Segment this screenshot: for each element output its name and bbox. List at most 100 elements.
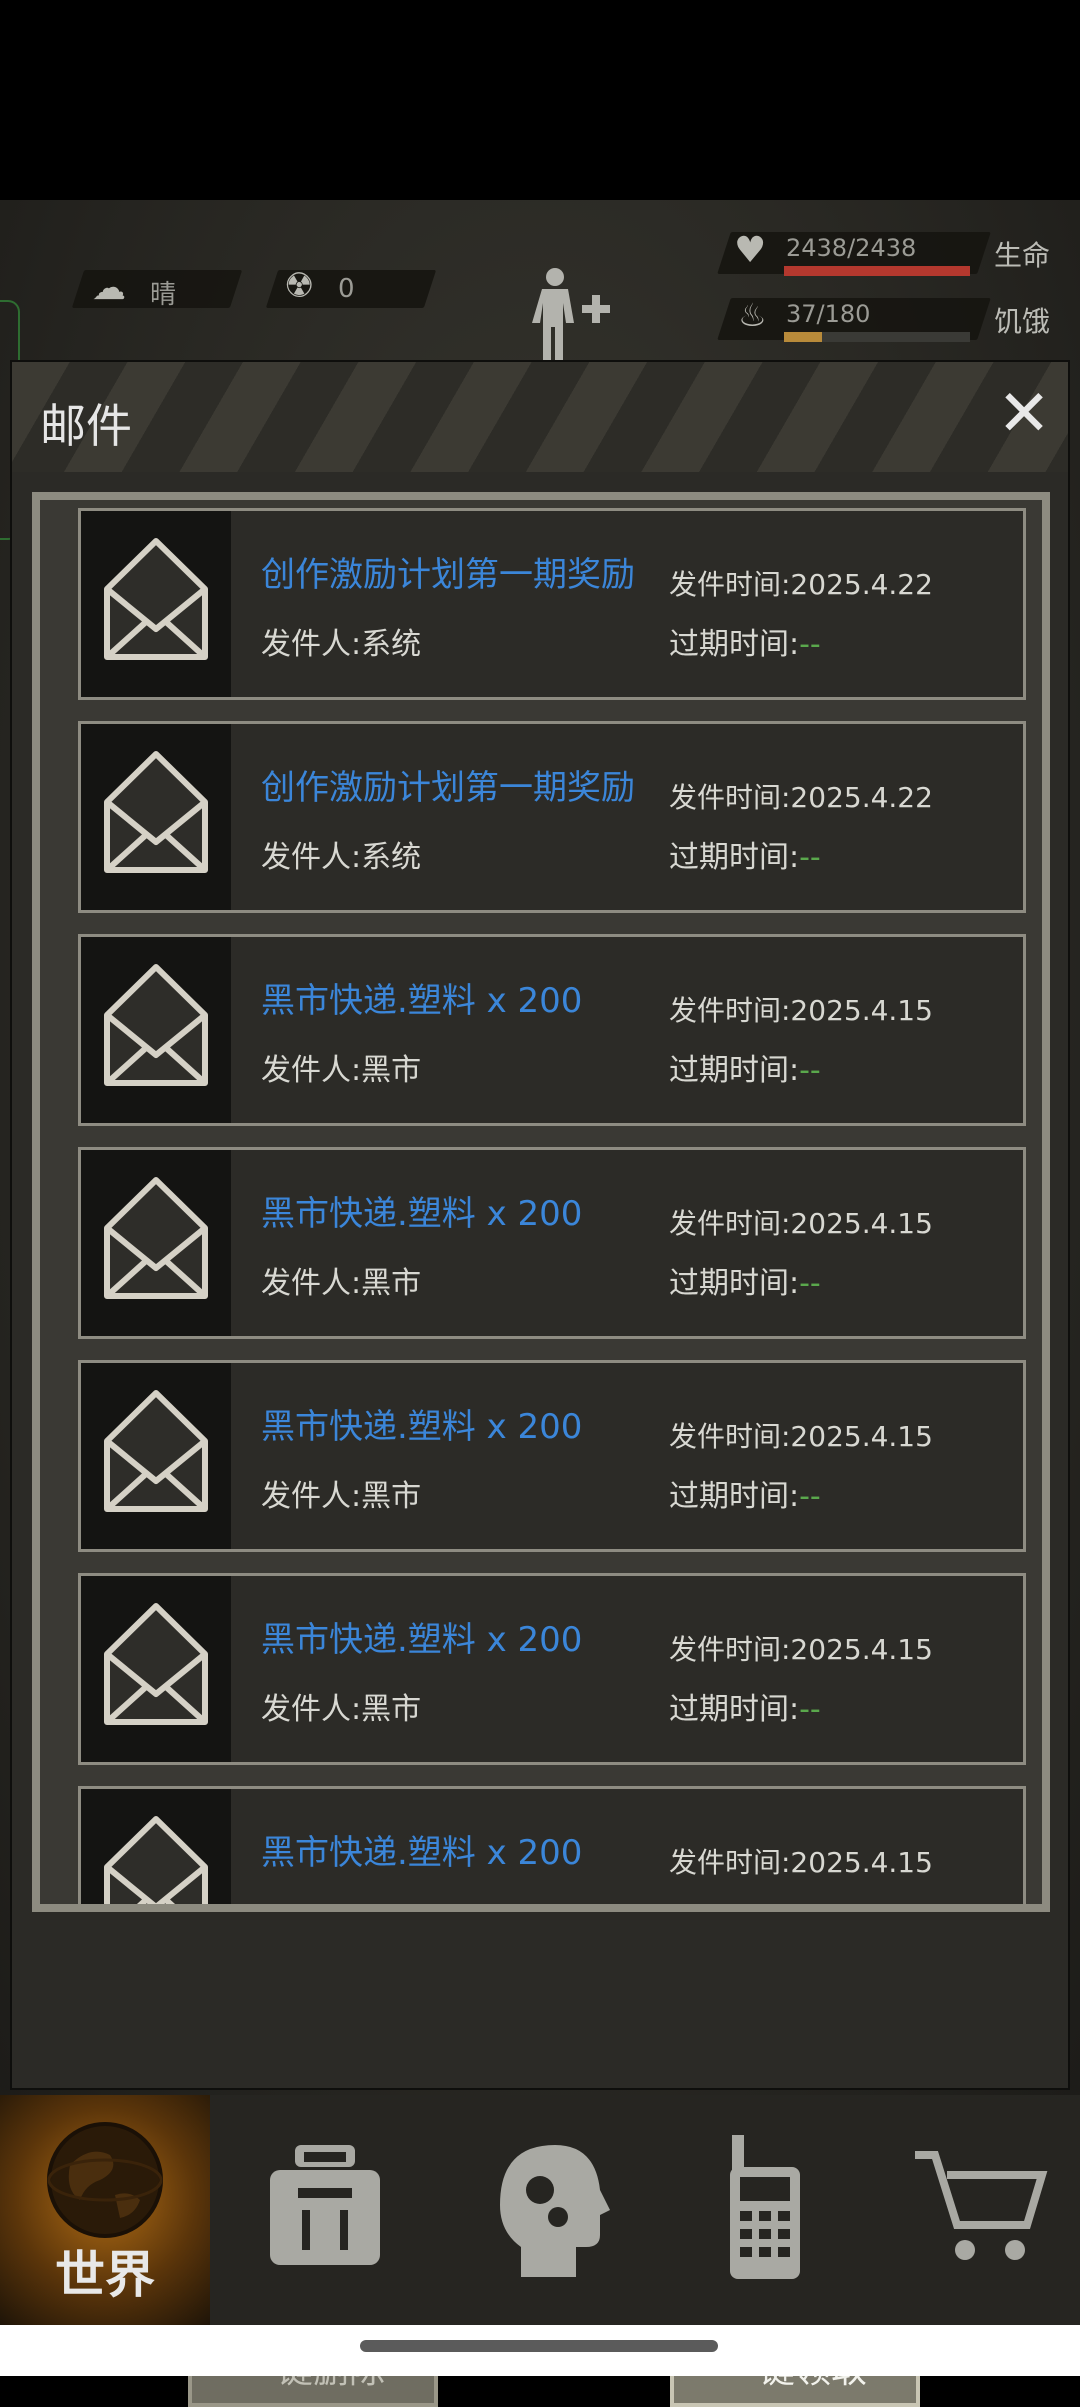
mail-expire-time: 过期时间:-- — [669, 1897, 821, 1904]
character-heal-icon[interactable] — [520, 265, 620, 365]
mail-item[interactable]: 创作激励计划第一期奖励 发件人:系统 发件时间:2025.4.22 过期时间:-… — [78, 508, 1026, 700]
health-label: 生命 — [994, 239, 1051, 272]
mail-panel-header: 邮件 ✕ — [12, 362, 1068, 472]
hunger-label: 饥饿 — [994, 305, 1051, 338]
mail-expire-label: 过期时间: — [669, 627, 800, 662]
mail-expire-label: 过期时间: — [669, 1053, 800, 1088]
radiation-icon: ☢ — [284, 266, 315, 306]
mail-sent-time: 发件时间:2025.4.15 — [669, 1846, 933, 1879]
mail-expire-time: 过期时间:-- — [669, 619, 821, 663]
envelope-open-icon — [104, 1390, 208, 1512]
mail-sender: 发件人:系统 — [261, 627, 422, 662]
hunger-bar-fill — [784, 332, 823, 342]
mail-expire-time: 过期时间:-- — [669, 1045, 821, 1089]
mail-sender: 发件人:黑市 — [261, 1897, 421, 1904]
mail-subject: 黑市快递.塑料 x 200 — [261, 1407, 583, 1447]
mail-subject: 黑市快递.塑料 x 200 — [261, 1833, 583, 1873]
mail-icon-box — [81, 511, 231, 697]
mail-item[interactable]: 黑市快递.塑料 x 200 发件人:黑市 发件时间:2025.4.15 过期时间… — [78, 1147, 1026, 1339]
mail-subject: 黑市快递.塑料 x 200 — [261, 1620, 583, 1660]
mail-item[interactable]: 黑市快递.塑料 x 200 发件人:黑市 发件时间:2025.4.15 过期时间… — [78, 1360, 1026, 1552]
mail-item-body: 创作激励计划第一期奖励 发件人:系统 发件时间:2025.4.22 过期时间:-… — [81, 511, 1023, 697]
mail-icon-box — [81, 724, 231, 910]
mail-sent-time: 发件时间:2025.4.22 — [669, 781, 933, 814]
nav-world-label: 世界 — [55, 2246, 155, 2304]
mail-sender: 发件人:系统 — [261, 840, 422, 875]
weather-cloud-sun-icon: ☁ — [92, 268, 126, 308]
mail-panel: 邮件 ✕ 创作激励计划第一期奖励 发件人:系统 发件时间:2025.4.22 过… — [10, 360, 1070, 2407]
mail-expire-time: 过期时间:-- — [669, 1684, 821, 1728]
mail-item[interactable]: 黑市快递.塑料 x 200 发件人:黑市 发件时间:2025.4.15 过期时间… — [78, 1573, 1026, 1765]
nav-skills[interactable] — [440, 2095, 650, 2325]
envelope-open-icon — [104, 751, 208, 873]
envelope-open-icon — [104, 538, 208, 660]
mail-item-body: 黑市快递.塑料 x 200 发件人:黑市 发件时间:2025.4.15 过期时间… — [81, 1363, 1023, 1549]
nav-shop[interactable] — [880, 2095, 1080, 2325]
mail-sender: 发件人:黑市 — [261, 1266, 422, 1301]
globe-icon — [47, 2122, 163, 2238]
close-icon[interactable]: ✕ — [994, 382, 1054, 446]
status-bar: ☁ 晴 ☢ 0 ♥ 2438/2438 生命 ♨ 37/180 饥饿 — [0, 230, 1080, 361]
mail-expire-time: 过期时间:-- — [669, 1258, 821, 1302]
mail-expire-value: -- — [799, 1266, 821, 1301]
mail-subject: 创作激励计划第一期奖励 — [261, 555, 635, 595]
mail-sender: 发件人:黑市 — [261, 1692, 422, 1727]
mail-sent-time: 发件时间:2025.4.15 — [669, 1420, 933, 1453]
mail-item-body: 创作激励计划第一期奖励 发件人:系统 发件时间:2025.4.22 过期时间:-… — [81, 724, 1023, 910]
mail-expire-time: 过期时间:-- — [669, 832, 821, 876]
health-text: 2438/2438 — [786, 234, 917, 262]
mail-expire-value: -- — [799, 627, 821, 662]
mail-subject: 创作激励计划第一期奖励 — [261, 768, 635, 808]
hunger-bar — [784, 332, 970, 342]
mail-sent-time: 发件时间:2025.4.15 — [669, 1207, 933, 1240]
home-indicator[interactable] — [360, 2340, 718, 2352]
mail-item[interactable]: 创作激励计划第一期奖励 发件人:系统 发件时间:2025.4.22 过期时间:-… — [78, 721, 1026, 913]
mail-expire-label: 过期时间: — [669, 1692, 800, 1727]
mail-item-body: 黑市快递.塑料 x 200 发件人:黑市 发件时间:2025.4.15 过期时间… — [81, 1576, 1023, 1762]
mail-sent-time: 发件时间:2025.4.15 — [669, 1633, 933, 1666]
envelope-open-icon — [104, 964, 208, 1086]
mail-icon-box — [81, 1363, 231, 1549]
envelope-open-icon — [104, 1603, 208, 1725]
backpack-icon — [270, 2145, 380, 2265]
mail-expire-value: -- — [799, 840, 821, 875]
radio-icon — [730, 2135, 800, 2279]
mail-sent-time: 发件时间:2025.4.15 — [669, 994, 933, 1027]
envelope-open-icon — [104, 1177, 208, 1299]
mail-item[interactable]: 黑市快递.塑料 x 200 发件人:黑市 发件时间:2025.4.15 过期时间… — [78, 934, 1026, 1126]
cart-icon — [915, 2151, 1048, 2260]
envelope-open-icon — [104, 1816, 208, 1904]
mail-item-body: 黑市快递.塑料 x 200 发件人:黑市 发件时间:2025.4.15 过期时间… — [81, 937, 1023, 1123]
mail-icon-box — [81, 1576, 231, 1762]
mail-icon-box — [81, 1789, 231, 1904]
mail-sender: 发件人:黑市 — [261, 1053, 422, 1088]
mail-expire-label: 过期时间: — [669, 1479, 800, 1514]
nav-radio[interactable] — [660, 2095, 870, 2325]
mail-expire-time: 过期时间:-- — [669, 1471, 821, 1515]
mail-list[interactable]: 创作激励计划第一期奖励 发件人:系统 发件时间:2025.4.22 过期时间:-… — [40, 500, 1042, 1904]
skills-head-icon — [500, 2145, 610, 2277]
bottom-nav: 世界 — [0, 2095, 1080, 2325]
mail-sent-time: 发件时间:2025.4.22 — [669, 568, 933, 601]
mail-item[interactable]: 黑市快递.塑料 x 200 发件人:黑市 发件时间:2025.4.15 过期时间… — [78, 1786, 1026, 1904]
health-bar — [784, 266, 970, 276]
mail-item-body: 黑市快递.塑料 x 200 发件人:黑市 发件时间:2025.4.15 过期时间… — [81, 1789, 1023, 1904]
weather-label: 晴 — [150, 280, 177, 310]
mail-expire-label: 过期时间: — [669, 840, 800, 875]
radiation-value: 0 — [338, 274, 355, 304]
mail-expire-label: 过期时间: — [669, 1266, 800, 1301]
mail-expire-value: -- — [799, 1692, 821, 1727]
hunger-text: 37/180 — [786, 300, 871, 328]
mail-subject: 黑市快递.塑料 x 200 — [261, 981, 583, 1021]
nav-backpack[interactable] — [220, 2095, 430, 2325]
mail-expire-value: -- — [799, 1053, 821, 1088]
mail-panel-title: 邮件 — [40, 399, 132, 453]
mail-subject: 黑市快递.塑料 x 200 — [261, 1194, 583, 1234]
nav-world[interactable]: 世界 — [0, 2095, 210, 2325]
mail-item-body: 黑市快递.塑料 x 200 发件人:黑市 发件时间:2025.4.15 过期时间… — [81, 1150, 1023, 1336]
stomach-icon: ♨ — [738, 296, 767, 334]
heart-rate-icon: ♥ — [734, 230, 767, 271]
health-bar-fill — [784, 266, 970, 276]
mail-icon-box — [81, 1150, 231, 1336]
mail-expire-value: -- — [799, 1479, 821, 1514]
